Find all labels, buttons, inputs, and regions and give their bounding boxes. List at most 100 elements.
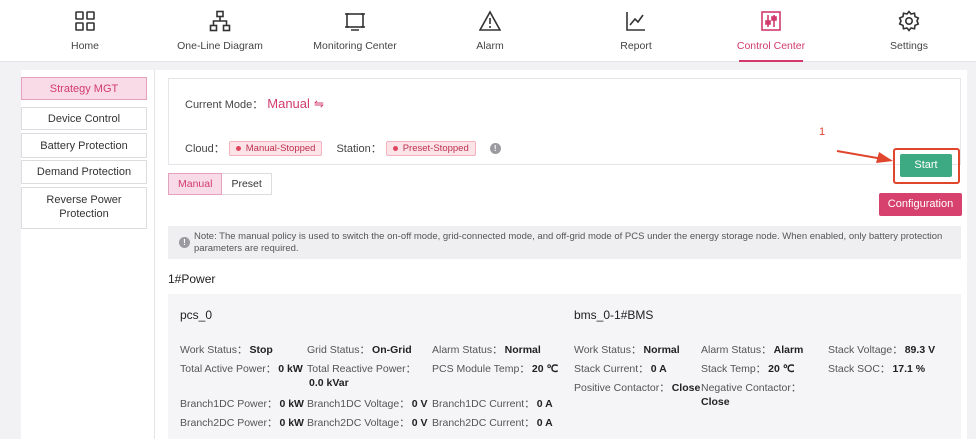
- field-label: Branch2DC Current：: [432, 417, 535, 429]
- field-value: On-Grid: [372, 344, 412, 356]
- gear-icon: [898, 10, 920, 32]
- field-label: Stack Voltage：: [828, 344, 903, 356]
- field-value: 20 ℃: [768, 363, 795, 375]
- field-value: 0 A: [536, 398, 553, 410]
- bms-title: bms_0-1#BMS: [574, 308, 654, 322]
- pcs-field: Alarm Status： Normal: [432, 343, 541, 357]
- nav-monitoring-center[interactable]: Monitoring Center: [295, 0, 415, 62]
- start-button[interactable]: Start: [900, 154, 952, 177]
- field-label: Stack Temp：: [701, 363, 767, 375]
- monitor-icon: [345, 13, 365, 31]
- field-label: PCS Module Temp：: [432, 363, 530, 375]
- field-value: 20 ℃: [531, 363, 559, 375]
- field-label: Work Status：: [574, 344, 642, 356]
- top-navigation: Home One-Line Diagram Monitoring Center …: [0, 0, 976, 62]
- field-label: Branch1DC Voltage：: [307, 398, 410, 410]
- line-chart-icon: [626, 12, 645, 31]
- cloud-label: Cloud：: [185, 143, 225, 155]
- bms-field: Stack Current： 0 A: [574, 362, 667, 376]
- nav-home[interactable]: Home: [25, 0, 145, 62]
- field-label: Work Status：: [180, 344, 248, 356]
- sidebar-item-demand-protection[interactable]: Demand Protection: [21, 160, 147, 184]
- bms-field: Negative Contactor： Close: [701, 381, 821, 409]
- note-text: Note: The manual policy is used to switc…: [194, 231, 943, 254]
- field-label: Total Active Power：: [180, 363, 277, 375]
- field-label: Negative Contactor：: [701, 382, 802, 394]
- note-banner: ! Note: The manual policy is used to swi…: [168, 226, 961, 259]
- nav-one-line-diagram-label: One-Line Diagram: [177, 40, 263, 52]
- field-label: Stack Current：: [574, 363, 649, 375]
- sidebar-item-strategy-mgt[interactable]: Strategy MGT: [21, 77, 147, 100]
- cloud-status-text: Manual-Stopped: [245, 142, 316, 154]
- status-dot-icon: [235, 145, 241, 151]
- pcs-field: PCS Module Temp： 20 ℃: [432, 362, 558, 376]
- pcs-field: Work Status： Stop: [180, 343, 273, 357]
- field-value: Alarm: [773, 344, 804, 356]
- field-label: Grid Status：: [307, 344, 371, 356]
- field-value: 0 A: [536, 417, 553, 429]
- field-value: 0 V: [411, 417, 428, 429]
- sidebar-item-reverse-power-protection[interactable]: Reverse Power Protection: [21, 187, 147, 229]
- bms-field: Alarm Status： Alarm: [701, 343, 803, 357]
- nav-one-line-diagram[interactable]: One-Line Diagram: [160, 0, 280, 62]
- nav-settings[interactable]: Settings: [849, 0, 969, 62]
- tab-preset[interactable]: Preset: [222, 173, 272, 195]
- bms-field: Stack Temp： 20 ℃: [701, 362, 795, 376]
- nav-home-label: Home: [70, 40, 99, 52]
- nav-report[interactable]: Report: [576, 0, 696, 62]
- section-title: 1#Power: [168, 272, 216, 286]
- field-value: Normal: [504, 344, 541, 356]
- field-value: Stop: [249, 344, 273, 356]
- pcs-field: Total Reactive Power： 0.0 kVar: [307, 362, 432, 390]
- field-value: 0 V: [411, 398, 428, 410]
- tab-manual[interactable]: Manual: [168, 173, 223, 195]
- field-label: Branch1DC Power：: [180, 398, 278, 410]
- bms-field: Work Status： Normal: [574, 343, 680, 357]
- sidebar-item-device-control[interactable]: Device Control: [21, 107, 147, 130]
- nav-alarm[interactable]: Alarm: [430, 0, 550, 62]
- annotation-number: 1: [819, 126, 826, 138]
- station-status-badge: Preset-Stopped: [385, 140, 476, 156]
- hierarchy-icon: [209, 10, 231, 32]
- bms-field: Stack Voltage： 89.3 V: [828, 343, 935, 357]
- nav-control-center-label: Control Center: [736, 40, 806, 52]
- field-value: 0.0 kVar: [309, 377, 349, 389]
- nav-monitoring-center-label: Monitoring Center: [313, 40, 397, 52]
- mode-tabs: Manual Preset: [168, 173, 272, 195]
- field-value: 17.1 %: [892, 363, 926, 375]
- status-dot-icon: [392, 145, 398, 151]
- pcs-field: Branch2DC Voltage： 0 V: [307, 416, 428, 430]
- status-row: Cloud： Manual-Stopped Station： Preset-St…: [185, 140, 501, 156]
- sidebar-item-battery-protection[interactable]: Battery Protection: [21, 133, 147, 158]
- field-label: Alarm Status：: [432, 344, 503, 356]
- info-icon: !: [179, 237, 190, 248]
- swap-icon[interactable]: ⇋: [314, 97, 324, 111]
- nav-report-label: Report: [620, 40, 652, 52]
- nav-control-center[interactable]: Control Center: [711, 0, 831, 62]
- field-value: 0 kW: [279, 398, 304, 410]
- field-value: 0 kW: [278, 363, 303, 375]
- pcs-field: Branch1DC Power： 0 kW: [180, 397, 304, 411]
- bms-field: Stack SOC： 17.1 %: [828, 362, 925, 376]
- field-label: Branch2DC Power：: [180, 417, 278, 429]
- field-label: Alarm Status：: [701, 344, 772, 356]
- bms-field: Positive Contactor： Close: [574, 381, 700, 395]
- warning-icon: [479, 10, 501, 31]
- pcs-title: pcs_0: [180, 308, 213, 322]
- field-label: Branch1DC Current：: [432, 398, 535, 410]
- info-icon[interactable]: !: [489, 142, 501, 154]
- annotation-arrow-icon: [836, 150, 893, 163]
- field-value: 0 kW: [279, 417, 304, 429]
- field-value: 0 A: [650, 363, 667, 375]
- pcs-field: Grid Status： On-Grid: [307, 343, 412, 357]
- nav-settings-label: Settings: [890, 40, 928, 52]
- pcs-field: Branch1DC Current： 0 A: [432, 397, 553, 411]
- pcs-field: Branch2DC Power： 0 kW: [180, 416, 304, 430]
- field-label: Branch2DC Voltage：: [307, 417, 410, 429]
- field-value: Close: [701, 396, 730, 408]
- station-label: Station：: [336, 143, 382, 155]
- field-value: 89.3 V: [904, 344, 936, 356]
- current-mode-value: Manual: [267, 96, 310, 111]
- configuration-button[interactable]: Configuration: [879, 193, 962, 216]
- active-indicator: [739, 60, 803, 62]
